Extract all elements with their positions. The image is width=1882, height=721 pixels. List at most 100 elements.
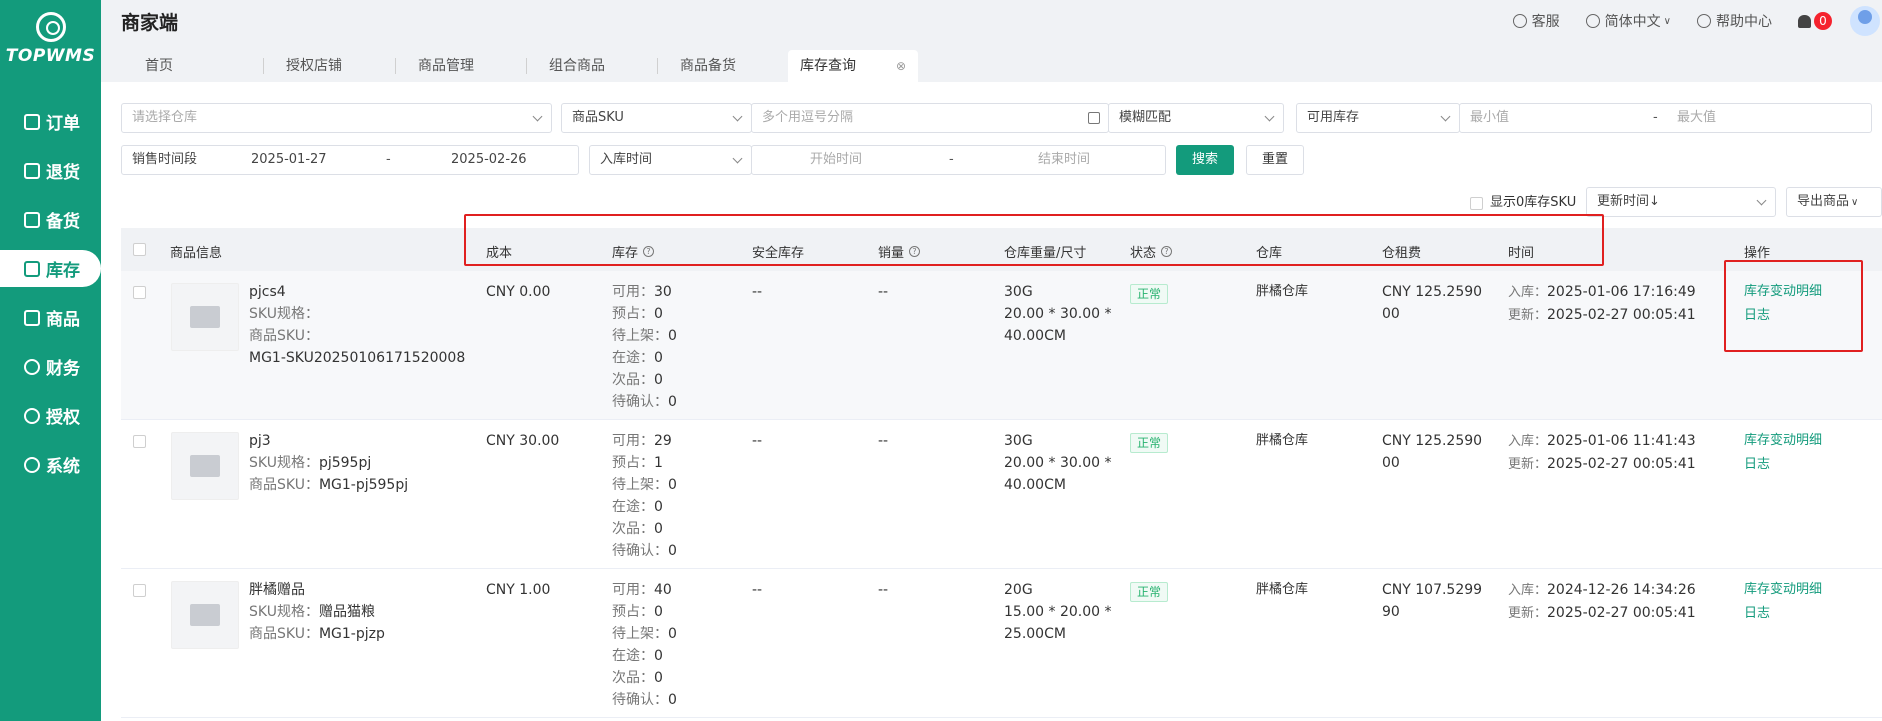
show-zero-label: 显示0库存SKU bbox=[1490, 195, 1577, 210]
sku-type-select[interactable]: 商品SKU bbox=[561, 103, 752, 133]
in-transit-label: 在途： bbox=[612, 648, 654, 664]
tab-product-stock-up[interactable]: 商品备货 bbox=[658, 50, 788, 82]
search-button[interactable]: 搜索 bbox=[1176, 145, 1234, 175]
inbound-time: 2025-01-06 17:16:49 bbox=[1547, 284, 1696, 300]
tab-home[interactable]: 首页 bbox=[123, 50, 264, 82]
show-zero-checkbox[interactable] bbox=[1470, 197, 1483, 210]
tab-label: 组合商品 bbox=[549, 58, 605, 74]
sidebar-item-authorize[interactable]: 授权 bbox=[0, 391, 101, 440]
stock-up-icon bbox=[24, 211, 40, 228]
time-type-select[interactable]: 入库时间 bbox=[589, 145, 752, 175]
rent-line-2: 00 bbox=[1382, 455, 1400, 471]
topbar: 商家端 客服 简体中文 ∨ 帮助中心 0 bbox=[101, 0, 1882, 42]
weight-size: 30G 20.00 * 30.00 * 40.00CM bbox=[1004, 430, 1112, 496]
notification-badge: 0 bbox=[1814, 12, 1832, 30]
sidebar-item-label: 备货 bbox=[46, 212, 80, 232]
rent-line-1: CNY 125.2590 bbox=[1382, 433, 1483, 449]
product-info: pj3 SKU规格：pj595pj 商品SKU：MG1-pj595pj bbox=[249, 430, 408, 496]
notification-button[interactable]: 0 bbox=[1798, 12, 1832, 30]
warehouse-value: 胖橘仓库 bbox=[1256, 433, 1309, 448]
language-select[interactable]: 简体中文 ∨ bbox=[1585, 11, 1671, 31]
row-checkbox[interactable] bbox=[133, 286, 146, 299]
headset-icon bbox=[1512, 14, 1527, 28]
tab-combo-products[interactable]: 组合商品 bbox=[527, 50, 658, 82]
stock-type-select[interactable]: 可用库存 bbox=[1296, 103, 1460, 133]
sort-value: 更新时间↓ bbox=[1597, 194, 1660, 209]
in-transit-value: 0 bbox=[654, 350, 663, 366]
sales-start-date: 2025-01-27 bbox=[251, 152, 327, 167]
in-transit-value: 0 bbox=[654, 499, 663, 515]
service-link[interactable]: 客服 bbox=[1512, 11, 1560, 31]
row-checkbox[interactable] bbox=[133, 584, 146, 597]
weight-size: 20G 15.00 * 20.00 * 25.00CM bbox=[1004, 579, 1112, 645]
reserved-value: 0 bbox=[654, 604, 663, 620]
log-link[interactable]: 日志 bbox=[1744, 602, 1822, 626]
expand-icon[interactable] bbox=[1088, 112, 1100, 124]
sku-code-value: MG1-pjzp bbox=[318, 626, 385, 642]
dimension-line-1: 20.00 * 30.00 * bbox=[1004, 455, 1112, 471]
chevron-down-icon bbox=[732, 153, 743, 164]
sidebar-item-stock-up[interactable]: 备货 bbox=[0, 195, 101, 244]
available-label: 可用： bbox=[612, 284, 654, 300]
sku-spec-value: pj595pj bbox=[318, 455, 372, 471]
row-checkbox[interactable] bbox=[133, 435, 146, 448]
reset-button[interactable]: 重置 bbox=[1246, 145, 1304, 175]
tab-product-management[interactable]: 商品管理 bbox=[396, 50, 527, 82]
reserved-label: 预占： bbox=[612, 604, 654, 620]
chevron-down-icon bbox=[732, 111, 743, 122]
stock-detail-link[interactable]: 库存变动明细 bbox=[1744, 578, 1822, 602]
log-link[interactable]: 日志 bbox=[1744, 453, 1822, 477]
defective-label: 次品： bbox=[612, 372, 654, 388]
select-all-checkbox[interactable] bbox=[133, 243, 146, 256]
sidebar-item-products[interactable]: 商品 bbox=[0, 293, 101, 342]
tab-label: 库存查询 bbox=[800, 58, 856, 74]
sidebar-item-finance[interactable]: 财务 bbox=[0, 342, 101, 391]
reserved-label: 预占： bbox=[612, 306, 654, 322]
sidebar-item-inventory[interactable]: 库存 bbox=[0, 244, 101, 293]
stock-detail-link[interactable]: 库存变动明细 bbox=[1744, 429, 1822, 453]
product-image bbox=[171, 581, 239, 649]
dimension-line-2: 25.00CM bbox=[1004, 626, 1066, 642]
sidebar-item-returns[interactable]: 退货 bbox=[0, 146, 101, 195]
sku-spec-label: SKU规格： bbox=[249, 306, 319, 322]
tab-inventory-query[interactable]: 库存查询 ⊗ bbox=[788, 50, 918, 82]
range-separator: - bbox=[949, 152, 954, 167]
available-value: 40 bbox=[654, 582, 672, 598]
finance-icon bbox=[24, 358, 40, 375]
cost-value: CNY 30.00 bbox=[486, 433, 560, 449]
sidebar-item-system[interactable]: 系统 bbox=[0, 440, 101, 489]
sidebar-item-orders[interactable]: 订单 bbox=[0, 97, 101, 146]
time-values: 入库：2025-01-06 17:16:49 更新：2025-02-27 00:… bbox=[1508, 281, 1696, 327]
table-row: 胖橘赠品 SKU规格：赠品猫粮 商品SKU：MG1-pjzp CNY 1.00 … bbox=[121, 569, 1882, 718]
match-mode-select[interactable]: 模糊匹配 bbox=[1108, 103, 1284, 133]
sku-input[interactable]: 多个用逗号分隔 bbox=[751, 103, 1109, 133]
sales-period-picker[interactable]: 销售时间段 2025-01-27 - 2025-02-26 bbox=[121, 145, 579, 175]
sku-spec-value: 赠品猫粮 bbox=[318, 604, 375, 620]
page-title: 商家端 bbox=[121, 12, 179, 34]
sku-code-label: 商品SKU： bbox=[249, 626, 319, 642]
avatar[interactable] bbox=[1850, 6, 1880, 36]
tab-authorized-stores[interactable]: 授权店铺 bbox=[264, 50, 396, 82]
close-icon[interactable]: ⊗ bbox=[896, 50, 906, 82]
warehouse-select[interactable]: 请选择仓库 bbox=[121, 103, 552, 133]
cost-value: CNY 1.00 bbox=[486, 582, 551, 598]
chevron-down-icon bbox=[1264, 111, 1275, 122]
product-info: pjcs4 SKU规格： 商品SKU： MG1-SKU2025010617152… bbox=[249, 281, 465, 369]
weight-value: 30G bbox=[1004, 284, 1033, 300]
sort-select[interactable]: 更新时间↓ bbox=[1586, 187, 1776, 217]
defective-label: 次品： bbox=[612, 521, 654, 537]
header-label: 商品信息 bbox=[170, 246, 223, 261]
authorize-icon bbox=[24, 407, 40, 424]
updated-time: 2025-02-27 00:05:41 bbox=[1547, 307, 1696, 323]
dimension-line-2: 40.00CM bbox=[1004, 477, 1066, 493]
stock-range-input[interactable]: 最小值 - 最大值 bbox=[1459, 103, 1872, 133]
logo-icon bbox=[35, 12, 66, 42]
time-range-picker[interactable]: 开始时间 - 结束时间 bbox=[751, 145, 1166, 175]
help-link[interactable]: 帮助中心 bbox=[1697, 11, 1772, 31]
export-button[interactable]: 导出商品 ∨ bbox=[1786, 187, 1882, 217]
product-name: 胖橘赠品 bbox=[249, 582, 305, 598]
to-shelve-value: 0 bbox=[668, 477, 677, 493]
sidebar-item-label: 授权 bbox=[46, 408, 80, 428]
min-placeholder: 最小值 bbox=[1470, 110, 1510, 125]
max-placeholder: 最大值 bbox=[1677, 110, 1717, 125]
